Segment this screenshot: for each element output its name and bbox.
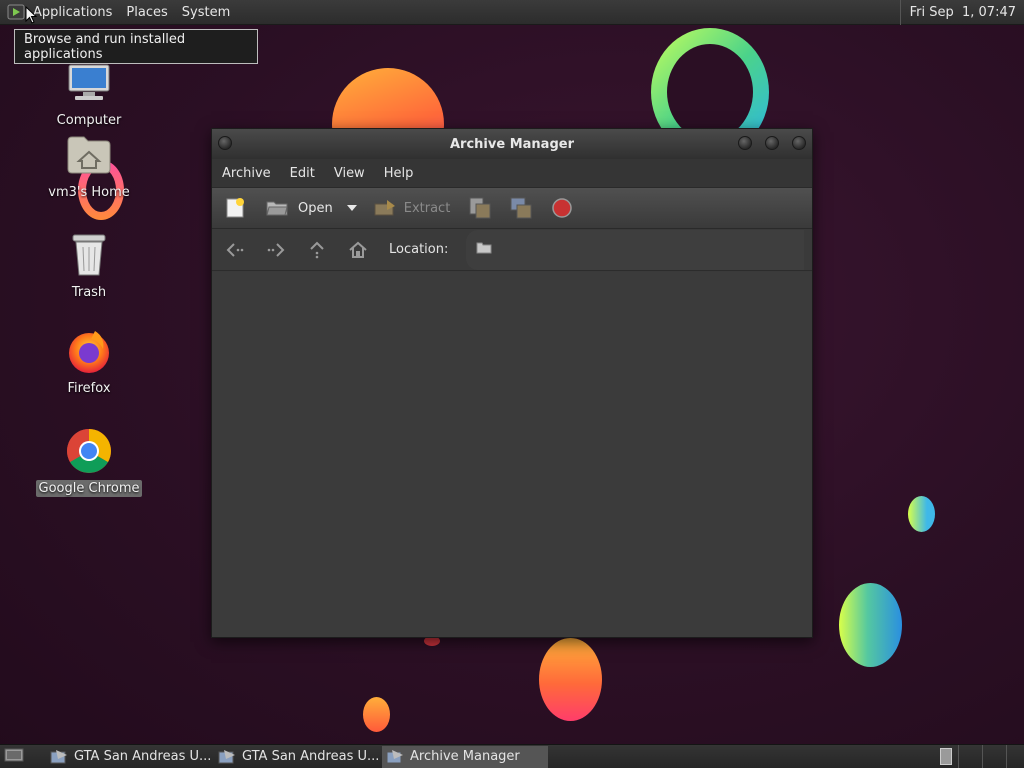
desktop-icon-label: Firefox — [67, 381, 111, 396]
add-files-button[interactable] — [468, 196, 492, 220]
stop-icon — [550, 196, 574, 220]
menu-system[interactable]: System — [182, 5, 230, 20]
add-folder-button[interactable] — [509, 196, 533, 220]
up-icon[interactable] — [305, 238, 329, 262]
wallpaper-large-blue-blob — [839, 583, 902, 667]
home-folder-icon — [64, 130, 114, 180]
mouse-pointer-icon — [25, 6, 37, 24]
clock[interactable]: Fri Sep 1, 07:47 — [899, 0, 1024, 25]
menu-applications[interactable]: Applications — [33, 5, 112, 20]
archive-manager-window[interactable]: Archive Manager Archive Edit View Help O… — [211, 128, 813, 638]
desktop-icon-home[interactable]: vm3's Home — [34, 130, 144, 201]
menu-edit[interactable]: Edit — [290, 166, 315, 181]
desktop-icon-firefox[interactable]: Firefox — [34, 326, 144, 397]
location-bar: Location: — [212, 229, 812, 271]
taskbar-item-active[interactable]: Archive Manager — [382, 745, 548, 768]
new-document-icon — [223, 196, 247, 220]
location-field[interactable] — [466, 229, 805, 270]
desktop-icon-label: Computer — [56, 113, 122, 128]
computer-icon — [64, 58, 114, 108]
taskbar-item[interactable]: GTA San Andreas U... — [214, 746, 378, 768]
workspace-divider — [1006, 745, 1007, 768]
desktop-icon-label: vm3's Home — [48, 185, 130, 200]
app-window-icon — [50, 749, 68, 765]
wallpaper-tiny-orange-blob — [363, 697, 390, 732]
workspace-divider — [958, 745, 959, 768]
show-desktop-button[interactable] — [0, 746, 28, 768]
add-files-icon — [468, 196, 492, 220]
menu-help[interactable]: Help — [384, 166, 414, 181]
desktop-icon-trash[interactable]: Trash — [34, 230, 144, 301]
back-icon[interactable] — [223, 238, 247, 262]
open-folder-icon — [265, 196, 289, 220]
bottom-taskbar: GTA San Andreas U... GTA San Andreas U..… — [0, 744, 1024, 768]
toolbar: Open Extract — [212, 187, 812, 229]
location-label: Location: — [389, 242, 449, 257]
taskbar-item-label: Archive Manager — [410, 749, 520, 764]
window-menu-button[interactable] — [218, 136, 232, 150]
show-desktop-icon — [4, 747, 24, 767]
maximize-button[interactable] — [765, 136, 779, 150]
window-title: Archive Manager — [450, 136, 574, 152]
applications-menu-icon[interactable] — [7, 3, 25, 21]
app-window-icon — [218, 749, 236, 765]
open-dropdown-button[interactable] — [346, 201, 357, 216]
folder-icon — [476, 241, 492, 259]
menu-archive[interactable]: Archive — [222, 166, 271, 181]
home-icon[interactable] — [346, 238, 370, 262]
desktop-icon-label: Google Chrome — [35, 480, 143, 497]
workspace-switcher-1[interactable] — [940, 748, 952, 765]
extract-button[interactable]: Extract — [373, 196, 451, 220]
taskbar-item-label: GTA San Andreas U... — [74, 749, 210, 764]
minimize-button[interactable] — [738, 136, 752, 150]
new-archive-button[interactable] — [223, 196, 247, 220]
wallpaper-small-blue-blob — [908, 496, 935, 532]
extract-icon — [373, 196, 397, 220]
chrome-icon — [64, 426, 114, 476]
archive-manager-icon — [386, 749, 404, 765]
workspace-divider — [982, 745, 983, 768]
open-button[interactable]: Open — [265, 196, 333, 220]
taskbar-item-label: GTA San Andreas U... — [242, 749, 378, 764]
window-titlebar[interactable]: Archive Manager — [212, 129, 812, 159]
top-panel: Applications Places System Fri Sep 1, 07… — [0, 0, 1024, 25]
close-button[interactable] — [792, 136, 806, 150]
forward-icon[interactable] — [264, 238, 288, 262]
desktop-icon-label: Trash — [71, 285, 107, 300]
trash-icon — [64, 230, 114, 280]
dropdown-arrow-icon — [346, 201, 357, 216]
menu-places[interactable]: Places — [126, 5, 167, 20]
menubar: Archive Edit View Help — [212, 159, 812, 187]
archive-contents-area[interactable] — [212, 272, 812, 637]
stop-button[interactable] — [550, 196, 574, 220]
wallpaper-orange-blob-bottom — [539, 638, 602, 721]
extract-button-label: Extract — [403, 200, 451, 216]
open-button-label: Open — [298, 200, 333, 216]
desktop-icon-computer[interactable]: Computer — [34, 58, 144, 129]
add-folder-icon — [509, 196, 533, 220]
taskbar-item[interactable]: GTA San Andreas U... — [46, 746, 210, 768]
menu-view[interactable]: View — [334, 166, 365, 181]
desktop-icon-chrome[interactable]: Google Chrome — [34, 426, 144, 497]
firefox-icon — [64, 326, 114, 376]
